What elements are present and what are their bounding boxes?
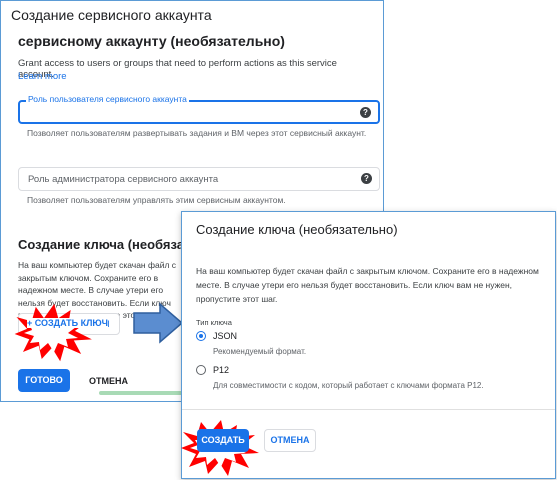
cancel-button[interactable]: ОТМЕНА	[89, 376, 128, 386]
role-user-field[interactable]: Роль пользователя сервисного аккаунта ?	[18, 94, 380, 124]
section-heading: сервисному аккаунту (необязательно)	[18, 33, 285, 49]
option-json-sub: Рекомендуемый формат.	[213, 347, 307, 356]
role-user-label: Роль пользователя сервисного аккаунта	[26, 94, 189, 104]
option-p12-label[interactable]: P12	[213, 365, 229, 375]
key-type-label: Тип ключа	[196, 318, 232, 327]
arrow-right-icon	[133, 302, 184, 344]
window-title: Создание сервисного аккаунта	[11, 7, 212, 23]
role-admin-field[interactable]: Роль администратора сервисного аккаунта …	[18, 167, 380, 191]
radio-json[interactable]	[196, 331, 206, 341]
done-button[interactable]: ГОТОВО	[18, 369, 70, 392]
dialog-cancel-button[interactable]: ОТМЕНА	[264, 429, 316, 452]
dialog-divider	[182, 409, 555, 410]
grant-access-description: Grant access to users or groups that nee…	[18, 58, 337, 80]
role-admin-placeholder: Роль администратора сервисного аккаунта	[28, 174, 219, 185]
help-icon[interactable]: ?	[361, 173, 372, 184]
dialog-create-button[interactable]: СОЗДАТЬ	[197, 429, 249, 452]
option-p12-sub: Для совместимости с кодом, который работ…	[213, 381, 484, 390]
create-key-button-overlay-label[interactable]: + СОЗДАТЬ КЛЮЧ	[27, 318, 108, 328]
role-admin-hint: Позволяет пользователям управлять этим с…	[27, 195, 286, 205]
option-json-label[interactable]: JSON	[213, 331, 237, 341]
highlight-burst-create-key	[14, 303, 92, 362]
progress-bar	[99, 391, 189, 395]
learn-more-link[interactable]: Learn more	[18, 71, 67, 82]
help-icon[interactable]: ?	[360, 107, 371, 118]
dialog-description: На ваш компьютер будет скачан файл с зак…	[196, 266, 539, 304]
radio-p12[interactable]	[196, 365, 206, 375]
role-user-hint: Позволяет пользователям развертывать зад…	[27, 128, 367, 138]
dialog-title: Создание ключа (необязательно)	[196, 222, 398, 237]
